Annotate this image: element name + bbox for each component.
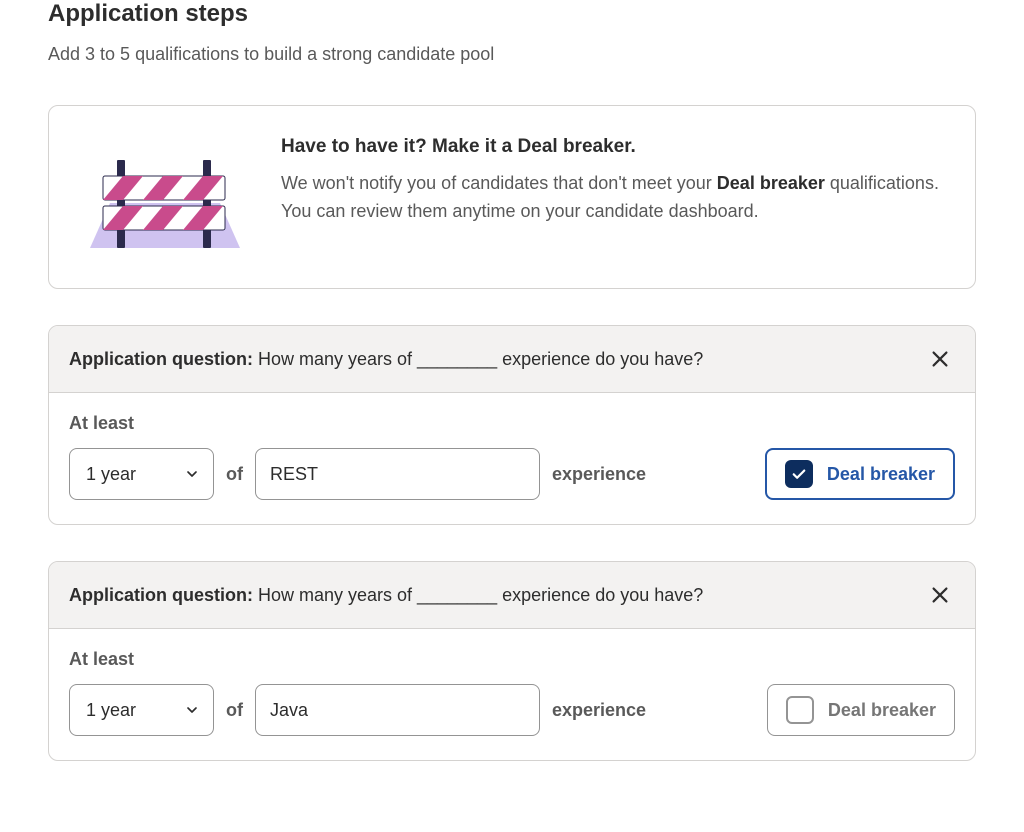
info-heading: Have to have it? Make it a Deal breaker. <box>281 136 939 158</box>
experience-label: experience <box>552 700 646 721</box>
duration-select[interactable]: 1 year <box>69 448 214 500</box>
page-title: Application steps <box>48 0 976 28</box>
remove-question-button[interactable] <box>925 580 955 610</box>
experience-label: experience <box>552 464 646 485</box>
checkbox-unchecked-icon <box>786 696 814 724</box>
question-header: Application question: How many years of … <box>49 326 975 393</box>
duration-select[interactable]: 1 year <box>69 684 214 736</box>
skill-input[interactable] <box>255 448 540 500</box>
question-label-prefix: Application question: <box>69 349 253 369</box>
deal-breaker-toggle[interactable]: Deal breaker <box>767 684 955 736</box>
question-card: Application question: How many years of … <box>48 561 976 761</box>
at-least-label: At least <box>69 649 955 670</box>
skill-input[interactable] <box>255 684 540 736</box>
question-title: Application question: How many years of … <box>69 349 703 370</box>
info-body: We won't notify you of candidates that d… <box>281 170 939 226</box>
question-label-text: How many years of ________ experience do… <box>253 585 703 605</box>
question-title: Application question: How many years of … <box>69 585 703 606</box>
checkbox-checked-icon <box>785 460 813 488</box>
info-body-pre: We won't notify you of candidates that d… <box>281 173 717 193</box>
page-subtitle: Add 3 to 5 qualifications to build a str… <box>48 44 976 65</box>
close-icon <box>929 348 951 370</box>
deal-breaker-info-card: Have to have it? Make it a Deal breaker.… <box>48 105 976 289</box>
question-card: Application question: How many years of … <box>48 325 976 525</box>
at-least-label: At least <box>69 413 955 434</box>
deal-breaker-label: Deal breaker <box>828 700 936 721</box>
question-body: At least 1 year of experience Deal break… <box>49 393 975 524</box>
info-body-bold: Deal breaker <box>717 173 825 193</box>
deal-breaker-label: Deal breaker <box>827 464 935 485</box>
barrier-illustration <box>85 148 245 258</box>
question-body: At least 1 year of experience Deal break… <box>49 629 975 760</box>
close-icon <box>929 584 951 606</box>
deal-breaker-toggle[interactable]: Deal breaker <box>765 448 955 500</box>
of-label: of <box>226 464 243 485</box>
question-label-prefix: Application question: <box>69 585 253 605</box>
remove-question-button[interactable] <box>925 344 955 374</box>
question-label-text: How many years of ________ experience do… <box>253 349 703 369</box>
of-label: of <box>226 700 243 721</box>
question-header: Application question: How many years of … <box>49 562 975 629</box>
